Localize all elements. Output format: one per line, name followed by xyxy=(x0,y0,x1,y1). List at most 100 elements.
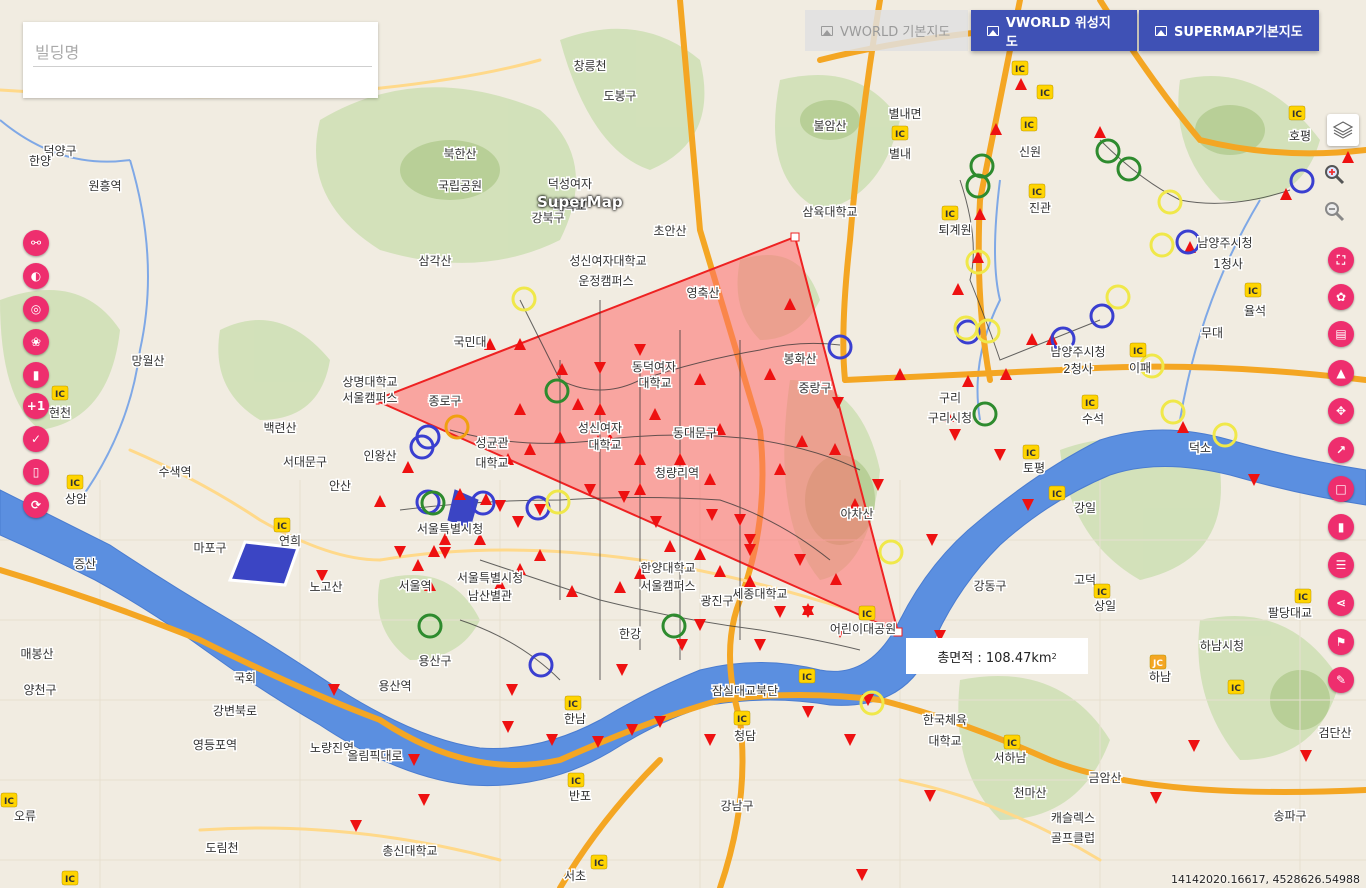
ic-badge: IC xyxy=(1028,183,1046,199)
ic-badge: IC xyxy=(590,854,608,870)
svg-text:IC: IC xyxy=(1292,110,1302,120)
svg-text:IC: IC xyxy=(571,777,581,787)
map-label: 구리시청 xyxy=(928,411,972,425)
map-label: 강남구 xyxy=(720,799,753,813)
map-label: 아차산 xyxy=(840,507,873,521)
contrast-icon[interactable]: ◐ xyxy=(23,263,49,289)
map-label: 마포구 xyxy=(193,541,226,555)
svg-text:IC: IC xyxy=(4,797,14,807)
map-label: 송파구 xyxy=(1273,809,1306,823)
plus-one-icon[interactable]: +1 xyxy=(23,393,49,419)
map-label: 토평 xyxy=(1023,461,1045,475)
trash-icon[interactable]: ▯ xyxy=(23,459,49,485)
web-icon[interactable]: ▤ xyxy=(1328,321,1354,347)
ic-badge: IC xyxy=(1022,444,1040,460)
ic-badge: IC xyxy=(51,385,69,401)
ic-badge: IC xyxy=(567,772,585,788)
ic-badge: JC xyxy=(1149,654,1167,670)
svg-text:IC: IC xyxy=(862,610,872,620)
layers-button[interactable] xyxy=(1327,114,1359,146)
map-label: 천마산 xyxy=(1013,785,1046,800)
map-label: 강변북로 xyxy=(213,704,257,718)
map-label: 도림천 xyxy=(205,840,238,855)
layers-icon xyxy=(1332,121,1354,139)
brush-icon[interactable]: ✎ xyxy=(1328,667,1354,693)
move-icon[interactable]: ✥ xyxy=(1328,398,1354,424)
ic-badge: IC xyxy=(1036,84,1054,100)
map-label: 노고산 xyxy=(309,580,342,594)
map-label: 하남시청 xyxy=(1200,639,1244,653)
map-label: 한양 xyxy=(29,154,51,168)
delete-icon[interactable]: ▮ xyxy=(1328,514,1354,540)
fullscreen-icon[interactable]: ⛶ xyxy=(1328,247,1354,273)
map-label: 서울특별시청 xyxy=(417,522,483,536)
ic-badge: IC xyxy=(941,205,959,221)
svg-text:IC: IC xyxy=(70,479,80,489)
map-label: 국민대 xyxy=(453,335,486,349)
pets-icon[interactable]: ✿ xyxy=(1328,284,1354,310)
delete-icon[interactable]: ▮ xyxy=(23,362,49,388)
timeline-icon[interactable]: ↗ xyxy=(1328,437,1354,463)
map-label: 봉화산 xyxy=(783,352,816,366)
map-label: 한강 xyxy=(619,627,641,641)
ic-badge: IC xyxy=(1093,583,1111,599)
svg-text:JC: JC xyxy=(1152,659,1163,669)
map-label: 남양주시청 xyxy=(1050,345,1105,359)
run-icon[interactable]: ⚑ xyxy=(1328,629,1354,655)
vworld-satellite-button[interactable]: VWORLD 위성지도 xyxy=(971,10,1137,51)
svg-text:IC: IC xyxy=(1024,121,1034,131)
map-label: 서울캠퍼스 xyxy=(640,579,695,593)
map-label: 구리 xyxy=(939,391,961,405)
color-palette-icon[interactable]: ❀ xyxy=(23,329,49,355)
svg-text:IC: IC xyxy=(1133,347,1143,357)
svg-text:IC: IC xyxy=(1085,399,1095,409)
map-label: 대학교 xyxy=(928,734,961,748)
target-icon[interactable]: ◎ xyxy=(23,296,49,322)
key-icon[interactable]: ⚯ xyxy=(23,230,49,256)
map-label: 안산 xyxy=(329,479,351,493)
check-icon[interactable]: ✓ xyxy=(23,426,49,452)
svg-text:IC: IC xyxy=(737,715,747,725)
map-label: 캐슬렉스 xyxy=(1051,811,1095,825)
map-label: 매봉산 xyxy=(20,647,53,661)
zoom-in-icon[interactable] xyxy=(1323,163,1345,185)
base-map[interactable]: 도봉구불암산 별내면별내 창릉천북한산국립공원 덕성여자대학교 삼육대학교퇴계원 신원진관… xyxy=(0,0,1366,888)
image-icon xyxy=(821,25,833,36)
refresh-icon[interactable]: ⟳ xyxy=(23,492,49,518)
terrain-icon[interactable]: ▲ xyxy=(1328,360,1354,386)
map-label: 초안산 xyxy=(653,224,686,238)
ic-badge: IC xyxy=(1244,282,1262,298)
map-label: 대학교 xyxy=(588,438,621,452)
building-search-input[interactable] xyxy=(33,38,372,67)
square-icon[interactable]: □ xyxy=(1328,476,1354,502)
svg-text:IC: IC xyxy=(945,210,955,220)
supermap-base-button[interactable]: SUPERMAP기본지도 xyxy=(1139,10,1319,51)
vworld-base-button[interactable]: VWORLD 기본지도 xyxy=(805,10,968,51)
svg-text:IC: IC xyxy=(594,859,604,869)
assignment-icon[interactable]: ☰ xyxy=(1328,552,1354,578)
map-label: 강북구 xyxy=(531,211,564,225)
map-label: 2청사 xyxy=(1063,362,1093,376)
svg-text:IC: IC xyxy=(1040,89,1050,99)
map-label: 백련산 xyxy=(263,421,296,435)
map-label: 상명대학교 xyxy=(342,375,397,389)
map-label: 세종대학교 xyxy=(732,587,787,601)
map-label: 강일 xyxy=(1074,501,1096,515)
map-label: 수색역 xyxy=(158,465,191,479)
zoom-out-icon[interactable] xyxy=(1323,200,1345,222)
map-label: 한남 xyxy=(564,712,586,726)
area-unit-superscript: 2 xyxy=(1051,651,1057,661)
svg-text:IC: IC xyxy=(1248,287,1258,297)
share-icon[interactable]: ⋖ xyxy=(1328,590,1354,616)
ic-badge: IC xyxy=(1227,679,1245,695)
map-label: 영등포역 xyxy=(193,738,237,752)
map-label: 영축산 xyxy=(686,286,719,300)
map-label: 국회 xyxy=(234,671,256,685)
map-label: 어린이대공원 xyxy=(830,622,896,636)
map-label: 불암산 xyxy=(813,119,846,133)
map-label: 북한산 xyxy=(443,147,476,161)
map-label: 서초 xyxy=(564,869,586,883)
map-label: 남산별관 xyxy=(468,589,512,603)
image-icon xyxy=(1155,25,1167,36)
polygon-vertex-handle[interactable] xyxy=(790,232,800,242)
